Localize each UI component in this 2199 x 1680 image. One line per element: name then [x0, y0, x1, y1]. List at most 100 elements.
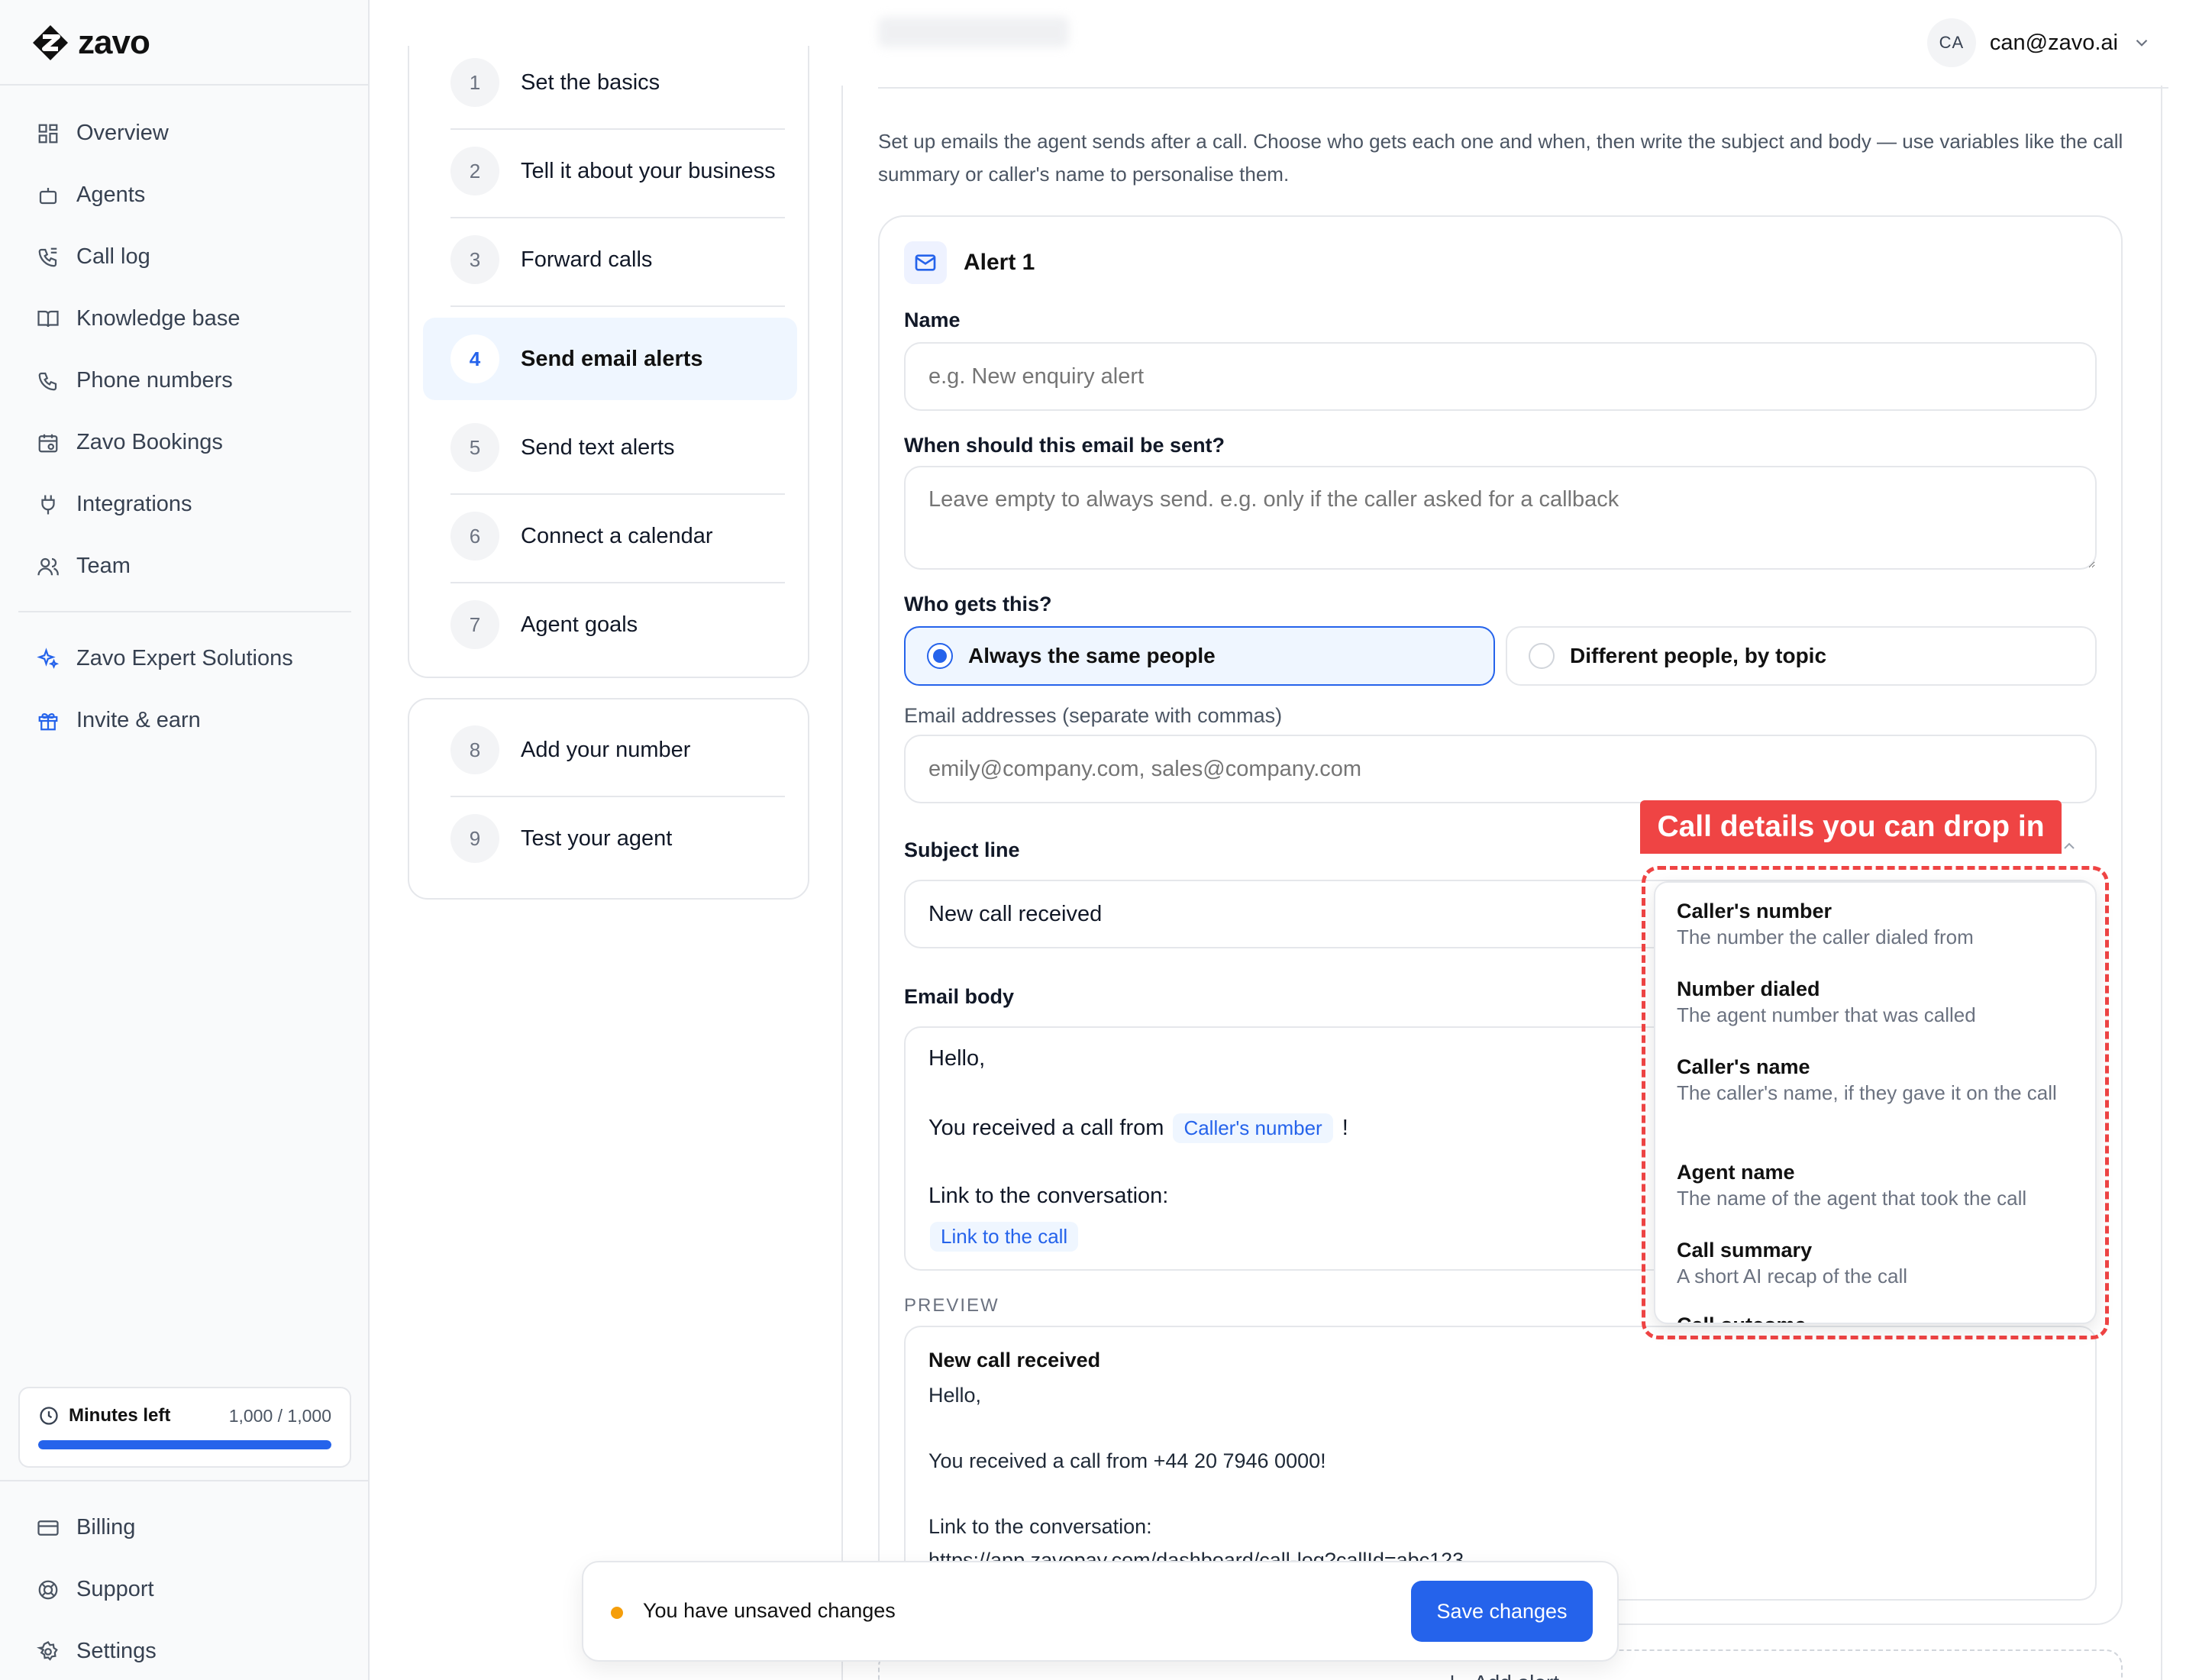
nav-label: Overview [76, 121, 169, 145]
variable-desc: The number the caller dialed from [1677, 926, 1974, 948]
brand-logo[interactable]: zavo [31, 23, 150, 63]
option-label: Always the same people [968, 644, 1216, 667]
option-same-people[interactable]: Always the same people [904, 626, 1495, 686]
emails-input[interactable] [904, 735, 2097, 803]
step-add-number[interactable]: 8 Add your number [423, 709, 797, 797]
variable-option-callers-name[interactable]: Caller's name The caller's name, if they… [1677, 1054, 2074, 1107]
nav-item-phone-numbers[interactable]: Phone numbers [18, 350, 351, 412]
user-menu[interactable]: CA can@zavo.ai [1926, 18, 2152, 67]
step-text-alerts[interactable]: 5 Send text alerts [423, 406, 797, 495]
body-link-chip-line: Link to the call [930, 1222, 1079, 1252]
variable-name: Call outcome [1677, 1312, 2074, 1323]
step-number: 3 [450, 235, 499, 284]
nav-item-invite-earn[interactable]: Invite & earn [18, 690, 351, 751]
chevron-up-icon [2060, 837, 2078, 855]
nav-item-team[interactable]: Team [18, 535, 351, 597]
variable-desc: The caller's name, if they gave it on th… [1677, 1081, 2057, 1104]
variable-name: Number dialed [1677, 977, 1820, 1000]
plug-icon [35, 492, 61, 518]
step-label: Set the basics [521, 69, 660, 95]
variable-option-number-dialed[interactable]: Number dialed The agent number that was … [1677, 976, 2074, 1029]
variable-desc: The name of the agent that took the call [1677, 1187, 2027, 1210]
nav-label: Agents [76, 183, 146, 207]
body-label: Email body [904, 985, 1015, 1008]
step-label: Test your agent [521, 825, 673, 851]
option-by-topic[interactable]: Different people, by topic [1506, 626, 2097, 686]
nav-item-zavo-bookings[interactable]: Zavo Bookings [18, 412, 351, 473]
bot-icon [35, 183, 61, 208]
nav-label: Support [76, 1577, 154, 1601]
step-label: Agent goals [521, 612, 638, 637]
variable-chip[interactable]: Caller's number [1173, 1113, 1333, 1143]
step-forward-calls[interactable]: 3 Forward calls [423, 218, 797, 307]
lifebuoy-icon [35, 1577, 61, 1603]
step-number: 9 [450, 814, 499, 863]
nav-label: Billing [76, 1515, 136, 1539]
step-email-alerts[interactable]: 4 Send email alerts [423, 318, 797, 400]
step-agent-goals[interactable]: 7 Agent goals [423, 583, 797, 666]
nav-item-integrations[interactable]: Integrations [18, 473, 351, 535]
alert-title: Alert 1 [964, 250, 1035, 275]
body-text: You received a call from [928, 1116, 1164, 1140]
divider [18, 611, 351, 612]
alert-header: Alert 1 [904, 241, 1035, 284]
body-link-line: Link to the conversation: [928, 1184, 1169, 1208]
unsaved-text: You have unsaved changes [643, 1599, 896, 1622]
mail-icon [904, 241, 947, 284]
nav-label: Zavo Bookings [76, 430, 223, 454]
minutes-card: Minutes left 1,000 / 1,000 [18, 1387, 351, 1468]
card-icon [35, 1515, 61, 1541]
variable-option-call-outcome[interactable]: Call outcome [1677, 1312, 2074, 1323]
variable-option-callers-number[interactable]: Caller's number The number the caller di… [1677, 898, 2074, 951]
step-number: 6 [450, 512, 499, 561]
nav-label: Team [76, 554, 131, 578]
step-number: 1 [450, 58, 499, 107]
step-business[interactable]: 2 Tell it about your business [423, 130, 797, 218]
step-label: Send text alerts [521, 435, 675, 460]
variable-option-call-summary[interactable]: Call summary A short AI recap of the cal… [1677, 1237, 2074, 1290]
bottom-nav: Billing Support Settings [18, 1497, 351, 1680]
secondary-nav: Zavo Expert Solutions Invite & earn [18, 628, 351, 751]
step-label: Forward calls [521, 247, 653, 272]
chevron-down-icon [2132, 33, 2152, 53]
sparkles-icon [35, 646, 61, 672]
minutes-value: 1,000 / 1,000 [228, 1405, 331, 1426]
nav-item-billing[interactable]: Billing [18, 1497, 351, 1559]
nav-item-call-log[interactable]: Call log [18, 226, 351, 288]
variable-desc: The agent number that was called [1677, 1003, 1976, 1026]
nav-item-overview[interactable]: Overview [18, 102, 351, 164]
page-title-blurred [878, 17, 1069, 47]
step-test-agent[interactable]: 9 Test your agent [423, 797, 797, 880]
brand-name: zavo [78, 24, 150, 61]
preview-label: PREVIEW [904, 1295, 999, 1316]
preview-greeting: Hello, [928, 1384, 982, 1407]
calendar-icon [35, 430, 61, 456]
nav-item-agents[interactable]: Agents [18, 164, 351, 226]
gear-icon [35, 1639, 61, 1665]
name-input[interactable] [904, 342, 2097, 411]
body-text: ! [1342, 1116, 1348, 1140]
callout-label: Call details you can drop in [1640, 800, 2062, 854]
avatar: CA [1926, 18, 1976, 67]
divider [0, 1480, 370, 1481]
sidebar: zavo Overview Agents Call log Knowledge … [0, 0, 370, 1680]
radio-unselected [1529, 643, 1555, 669]
condition-input[interactable] [904, 466, 2097, 570]
unsaved-changes-toast: You have unsaved changes Save changes [582, 1561, 1619, 1662]
nav-item-knowledge-base[interactable]: Knowledge base [18, 288, 351, 350]
step-set-basics[interactable]: 1 Set the basics [423, 41, 797, 130]
save-changes-button[interactable]: Save changes [1411, 1581, 1593, 1642]
step-number: 4 [450, 334, 499, 383]
nav-item-settings[interactable]: Settings [18, 1620, 351, 1680]
primary-nav: Overview Agents Call log Knowledge base … [18, 102, 351, 597]
minutes-label: Minutes left [69, 1405, 171, 1426]
emails-label: Email addresses (separate with commas) [904, 704, 1283, 727]
preview-box: New call received Hello, You received a … [904, 1326, 2097, 1601]
nav-item-expert-solutions[interactable]: Zavo Expert Solutions [18, 628, 351, 690]
preview-link-line: Link to the conversation: [928, 1515, 1152, 1538]
variable-chip[interactable]: Link to the call [930, 1222, 1079, 1252]
step-calendar[interactable]: 6 Connect a calendar [423, 495, 797, 583]
minutes-progress-fill [38, 1440, 331, 1449]
variable-option-agent-name[interactable]: Agent name The name of the agent that to… [1677, 1159, 2074, 1212]
nav-item-support[interactable]: Support [18, 1559, 351, 1620]
